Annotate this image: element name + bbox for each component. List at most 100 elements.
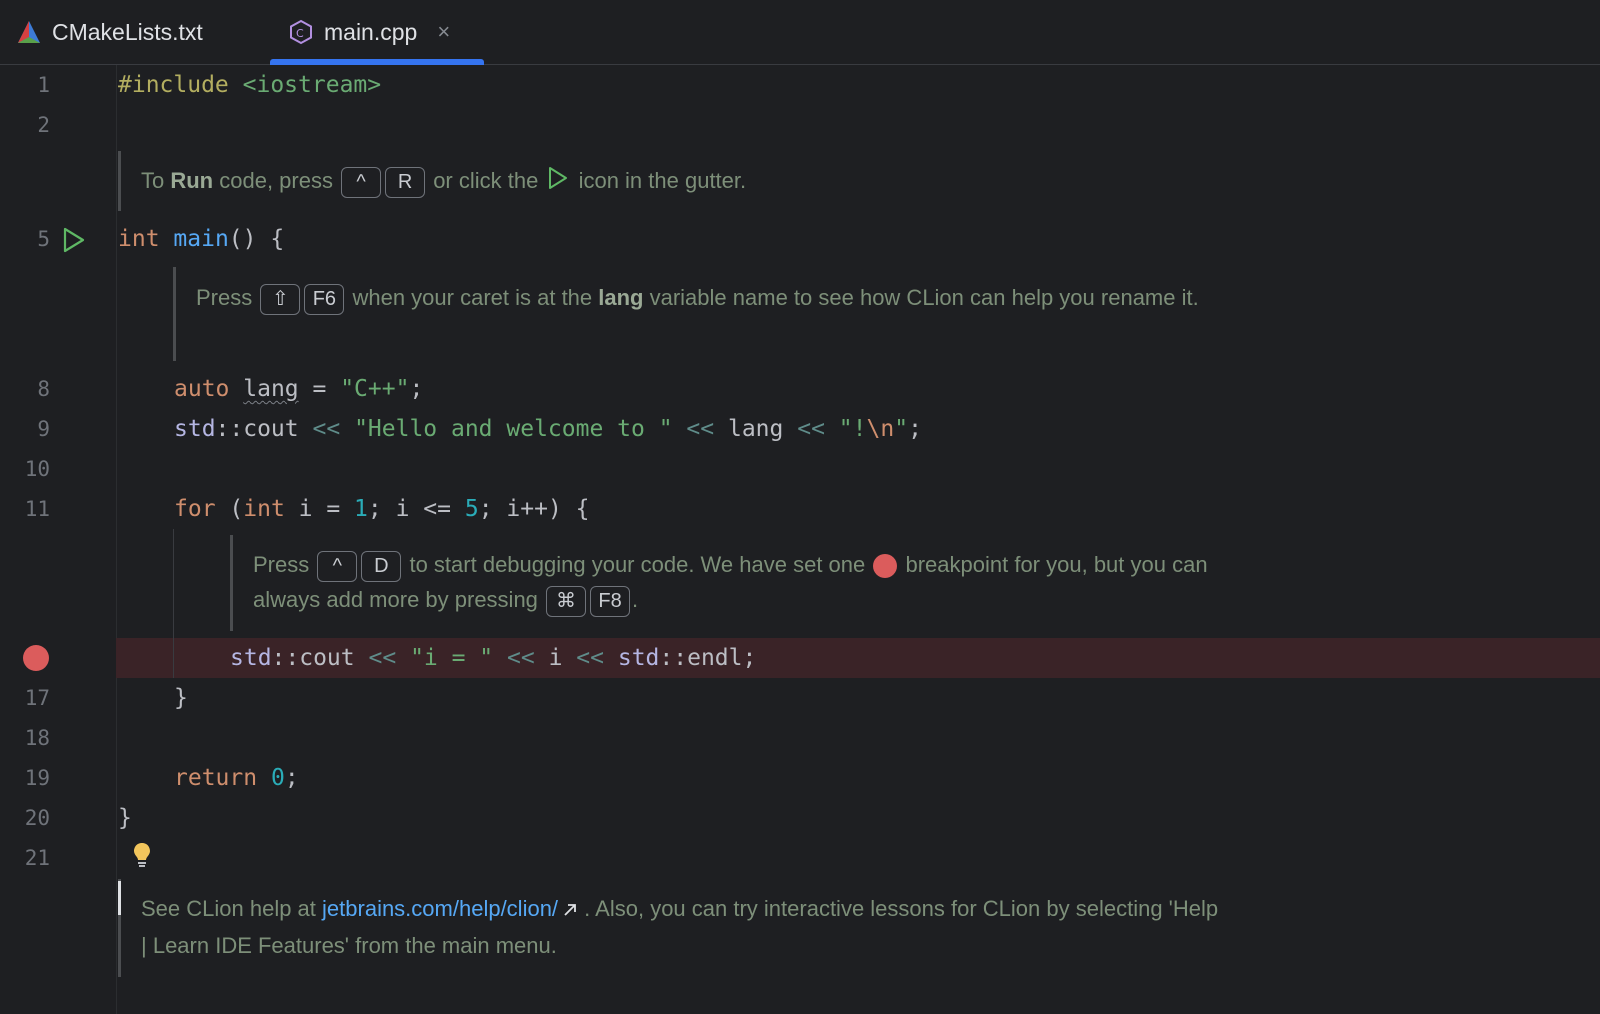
code-line-breakpoint: std::cout << "i = " << i << std::endl; bbox=[230, 638, 756, 678]
operator: << bbox=[576, 645, 604, 671]
escape-sequence: \n bbox=[866, 416, 895, 442]
code-line-19: return 0; bbox=[174, 758, 299, 798]
line-number: 1 bbox=[37, 73, 50, 97]
breakpoint-icon[interactable] bbox=[23, 645, 49, 671]
variable-ref: i bbox=[548, 645, 563, 671]
code-text: () { bbox=[228, 226, 285, 252]
include-header: <iostream> bbox=[242, 72, 382, 98]
external-link-icon[interactable] bbox=[562, 893, 578, 928]
code-line-5: int main() { bbox=[118, 219, 284, 259]
code-text: ::cout bbox=[215, 416, 299, 442]
code-text: = bbox=[298, 376, 341, 402]
hint-rename: Press ⇧ F6 when your caret is at the lang… bbox=[173, 267, 1223, 361]
key-ctrl: ^ bbox=[317, 550, 358, 582]
tab-main-cpp[interactable]: C main.cpp × bbox=[269, 0, 485, 65]
line-number: 21 bbox=[24, 846, 50, 870]
hint-text: to start debugging your code. We have se… bbox=[403, 552, 872, 577]
hint-text: code, press bbox=[213, 168, 340, 193]
hint-text: Press bbox=[253, 552, 316, 577]
variable-lang[interactable]: lang bbox=[243, 376, 298, 402]
lightbulb-icon[interactable] bbox=[132, 841, 152, 874]
keyword: int bbox=[118, 226, 160, 252]
code-line-11: for (int i = 1; i <= 5; i++) { bbox=[174, 489, 589, 529]
hint-debug: Press ^ D to start debugging your code. W… bbox=[230, 535, 1220, 631]
number-literal: 5 bbox=[464, 496, 479, 522]
editor-tab-bar: CMakeLists.txt C main.cpp × bbox=[0, 0, 1600, 65]
hint-text: variable name to see how CLion can help … bbox=[643, 285, 1199, 310]
hint-text: To bbox=[141, 168, 171, 193]
key-f8: F8 bbox=[590, 585, 631, 617]
hint-text: when your caret is at the bbox=[346, 285, 599, 310]
line-number: 18 bbox=[24, 726, 50, 750]
key-ctrl: ^ bbox=[341, 166, 382, 198]
key-r: R bbox=[385, 166, 426, 198]
function-name: main bbox=[173, 226, 229, 252]
code-text: ::endl; bbox=[659, 645, 757, 671]
code-line-8: auto lang = "C++"; bbox=[174, 369, 423, 409]
line-number: 10 bbox=[24, 457, 50, 481]
tab-label: main.cpp bbox=[324, 18, 418, 45]
tab-cmakelists[interactable]: CMakeLists.txt bbox=[16, 0, 203, 64]
hint-text: . bbox=[632, 587, 639, 612]
code-text: ; bbox=[409, 376, 424, 402]
hint-bold: lang bbox=[598, 285, 644, 310]
line-number: 17 bbox=[24, 686, 50, 710]
code-text: ( bbox=[215, 496, 244, 522]
hint-bar bbox=[173, 267, 176, 361]
hint-text: icon in the gutter. bbox=[572, 168, 747, 193]
line-number: 8 bbox=[37, 377, 50, 401]
hint-bold: Run bbox=[170, 168, 214, 193]
cmake-icon bbox=[16, 19, 42, 45]
code-text: ; i <= bbox=[367, 496, 465, 522]
code-line-9: std::cout << "Hello and welcome to " << … bbox=[174, 409, 922, 449]
line-number: 20 bbox=[24, 806, 50, 830]
help-link[interactable]: jetbrains.com/help/clion/ bbox=[322, 896, 558, 921]
operator: << bbox=[797, 416, 825, 442]
code-text: ; bbox=[908, 416, 922, 442]
run-gutter-icon[interactable] bbox=[62, 227, 86, 258]
code-text: } bbox=[174, 685, 188, 711]
code-line-20: } bbox=[118, 798, 132, 838]
keyword: return bbox=[174, 765, 258, 791]
line-number: 9 bbox=[37, 417, 50, 441]
number-literal: 1 bbox=[354, 496, 368, 522]
close-icon[interactable]: × bbox=[437, 19, 450, 45]
hint-text: Press bbox=[196, 285, 259, 310]
hint-bar bbox=[230, 535, 233, 631]
namespace: std bbox=[174, 416, 216, 442]
operator: << bbox=[368, 645, 397, 671]
string-literal: "C++" bbox=[340, 376, 410, 402]
code-line-17: } bbox=[174, 678, 188, 718]
line-number: 11 bbox=[24, 497, 50, 521]
hint-text: See CLion help at bbox=[141, 896, 323, 921]
variable-ref: lang bbox=[727, 416, 784, 442]
code-text: ; i++) { bbox=[478, 496, 590, 522]
string-literal: " bbox=[894, 416, 909, 442]
operator: << bbox=[686, 416, 715, 442]
code-text: ::cout bbox=[271, 645, 355, 671]
keyword: for bbox=[174, 496, 216, 522]
keyword: auto bbox=[174, 376, 230, 402]
breakpoint-inline-icon bbox=[873, 554, 898, 579]
include-directive: #include bbox=[118, 72, 229, 98]
key-shift: ⇧ bbox=[260, 283, 301, 315]
tab-label: CMakeLists.txt bbox=[52, 18, 203, 45]
code-line-1: #include <iostream> bbox=[118, 65, 381, 105]
code-editor[interactable]: 1 2 5 8 9 10 11 17 18 19 20 21 #include … bbox=[0, 65, 1600, 1014]
hint-text: or click the bbox=[427, 168, 545, 193]
code-text: ; bbox=[284, 765, 299, 791]
string-literal: "Hello and welcome to " bbox=[354, 416, 673, 442]
svg-text:C: C bbox=[296, 27, 304, 40]
hint-run: To Run code, press ^ R or click the icon … bbox=[118, 151, 1418, 211]
text-caret bbox=[118, 881, 121, 915]
hint-bar bbox=[118, 151, 121, 211]
line-number: 19 bbox=[24, 766, 50, 790]
indent-guide bbox=[173, 529, 174, 678]
namespace: std bbox=[617, 645, 660, 671]
code-text: } bbox=[118, 805, 132, 831]
hint-help: See CLion help at jetbrains.com/help/cli… bbox=[118, 879, 1228, 977]
cpp-file-icon: C bbox=[288, 19, 314, 45]
key-d: D bbox=[361, 550, 402, 582]
line-number: 5 bbox=[37, 227, 50, 251]
keyword: int bbox=[243, 496, 285, 522]
